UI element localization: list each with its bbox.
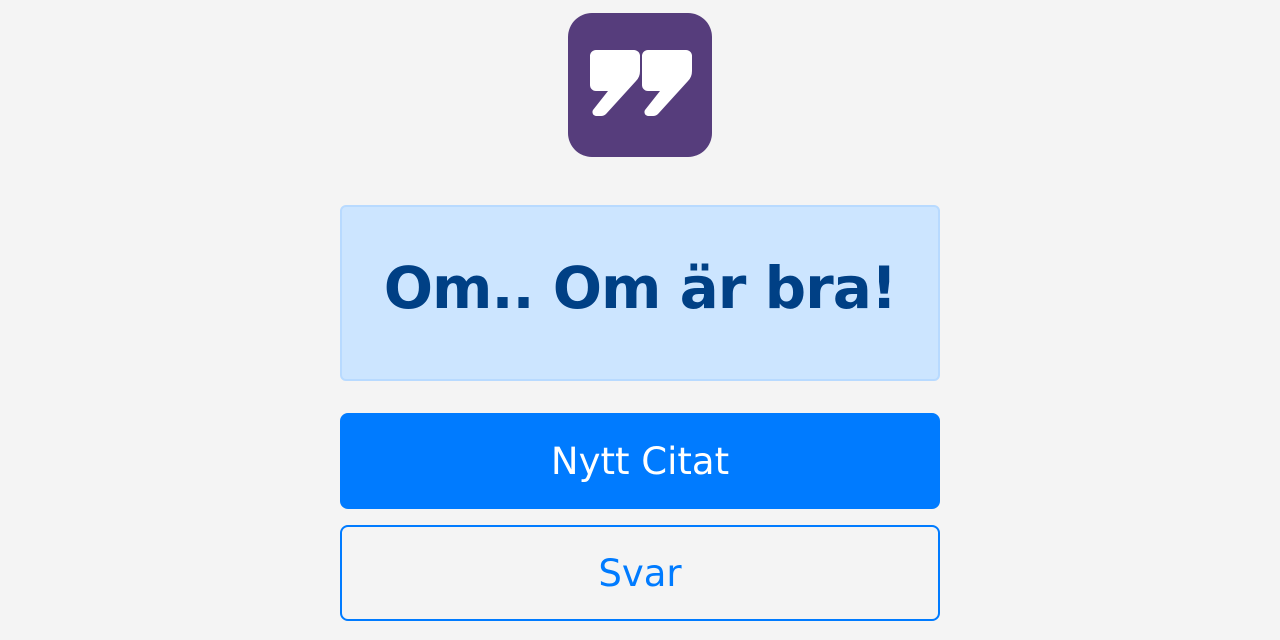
- quote-icon: [590, 50, 692, 117]
- quote-text: Om.. Om är bra!: [383, 254, 898, 322]
- logo: [568, 13, 712, 157]
- answer-button[interactable]: Svar: [340, 525, 940, 621]
- new-quote-button[interactable]: Nytt Citat: [340, 413, 940, 509]
- quote-alert: Om.. Om är bra!: [340, 205, 940, 381]
